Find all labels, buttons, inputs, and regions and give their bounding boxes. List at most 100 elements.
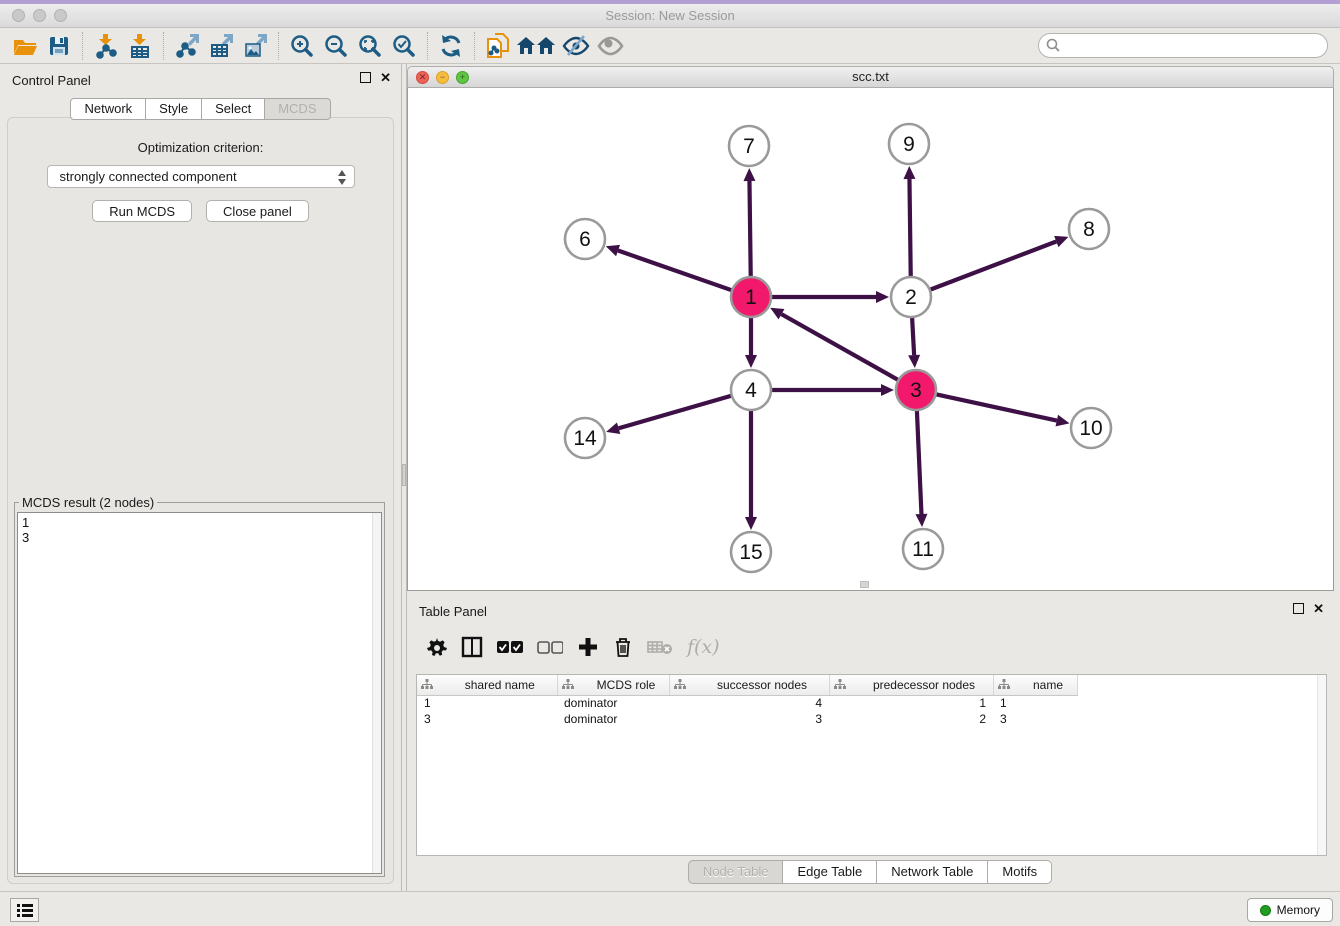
graph-edge-3-10[interactable] (937, 394, 1057, 420)
tab-motifs[interactable]: Motifs (987, 860, 1052, 884)
export-network-button[interactable] (170, 31, 204, 61)
close-table-panel-icon[interactable]: ✕ (1313, 603, 1324, 614)
tab-network[interactable]: Network (70, 98, 146, 120)
show-panel-button[interactable] (593, 31, 627, 61)
add-row-button[interactable] (577, 635, 599, 659)
zoom-fit-button[interactable] (353, 31, 387, 61)
optimization-criterion-select[interactable]: strongly connected component (47, 165, 355, 188)
export-table-button[interactable] (204, 31, 238, 61)
close-window-button[interactable] (12, 9, 25, 22)
column-header-successor-nodes[interactable]: successor nodes (669, 675, 829, 695)
graph-arrowhead (745, 355, 757, 368)
table-cell[interactable]: 3 (669, 711, 829, 727)
splitter-grip-icon[interactable] (402, 464, 406, 486)
graph-edge-1-6[interactable] (618, 251, 731, 291)
close-panel-icon[interactable]: ✕ (380, 72, 391, 83)
eye-icon (596, 33, 624, 59)
zoom-window-button[interactable] (54, 9, 67, 22)
graph-edge-3-11[interactable] (917, 411, 922, 514)
float-table-panel-icon[interactable] (1293, 603, 1304, 614)
table-cell[interactable]: dominator (557, 695, 669, 711)
run-mcds-button[interactable]: Run MCDS (92, 200, 192, 222)
table-cell[interactable]: 2 (829, 711, 993, 727)
import-network-button[interactable] (89, 31, 123, 61)
table-cell[interactable]: 3 (417, 711, 557, 727)
import-table-button[interactable] (123, 31, 157, 61)
float-panel-icon[interactable] (360, 72, 371, 83)
tab-node-table[interactable]: Node Table (688, 860, 784, 884)
graph-node-label: 7 (743, 135, 755, 158)
network-window-titlebar[interactable]: ✕ − + scc.txt (407, 66, 1334, 88)
table-row[interactable]: 1dominator411 (417, 695, 1091, 711)
network-canvas[interactable]: 1234678910111415 (407, 88, 1334, 591)
graph-node-label: 8 (1083, 218, 1095, 241)
table-cell[interactable]: 1 (993, 695, 1077, 711)
network-graph[interactable]: 1234678910111415 (408, 88, 1333, 589)
network-close-button[interactable]: ✕ (416, 71, 429, 84)
memory-button[interactable]: Memory (1247, 898, 1333, 922)
column-header-MCDS-role[interactable]: MCDS role (557, 675, 669, 695)
graph-arrowhead (745, 517, 757, 530)
unchecked-boxes-icon (537, 640, 563, 654)
tab-style[interactable]: Style (145, 98, 202, 120)
home-button[interactable] (515, 31, 559, 61)
table-tabs: Node TableEdge TableNetwork TableMotifs (407, 857, 1334, 887)
optimization-criterion-label: Optimization criterion: (8, 140, 393, 155)
minimize-window-button[interactable] (33, 9, 46, 22)
node-table-grid[interactable]: shared nameMCDS rolesuccessor nodesprede… (417, 675, 1091, 727)
column-header-shared-name[interactable]: shared name (417, 675, 557, 695)
zoom-selected-button[interactable] (387, 31, 421, 61)
graph-edge-2-8[interactable] (931, 241, 1057, 289)
tab-mcds[interactable]: MCDS (264, 98, 330, 120)
column-hierarchy-icon (562, 679, 574, 690)
toolbar-separator (82, 32, 83, 60)
column-hierarchy-icon (834, 679, 846, 690)
table-cell[interactable]: dominator (557, 711, 669, 727)
task-history-button[interactable] (10, 898, 39, 922)
mcds-result-text[interactable]: 1 3 (18, 513, 381, 547)
graph-edge-3-1[interactable] (781, 314, 897, 380)
table-cell[interactable]: 1 (829, 695, 993, 711)
control-panel: Control Panel ✕ NetworkStyleSelectMCDS O… (0, 64, 401, 891)
table-cell[interactable]: 3 (993, 711, 1077, 727)
graph-edge-1-7[interactable] (749, 181, 750, 276)
graph-edge-2-9[interactable] (909, 179, 910, 276)
select-all-button[interactable] (497, 635, 523, 659)
hide-panel-button[interactable] (559, 31, 593, 61)
table-scrollbar[interactable] (1317, 675, 1326, 855)
duplicate-network-button[interactable] (481, 31, 515, 61)
canvas-scroll-handle[interactable] (860, 581, 869, 588)
zoom-in-button[interactable] (285, 31, 319, 61)
graph-arrowhead (1056, 415, 1070, 427)
trash-icon (613, 636, 633, 658)
column-layout-button[interactable] (461, 635, 483, 659)
delete-row-button[interactable] (613, 635, 633, 659)
save-session-button[interactable] (42, 31, 76, 61)
export-image-button[interactable] (238, 31, 272, 61)
deselect-all-button[interactable] (537, 635, 563, 659)
apply-layout-button[interactable] (434, 31, 468, 61)
column-header-predecessor-nodes[interactable]: predecessor nodes (829, 675, 993, 695)
refresh-icon (438, 33, 464, 59)
column-header-name[interactable]: name (993, 675, 1077, 695)
table-settings-button[interactable] (427, 635, 447, 659)
graph-edge-2-3[interactable] (912, 318, 914, 355)
network-maximize-button[interactable]: + (456, 71, 469, 84)
close-panel-button[interactable]: Close panel (206, 200, 309, 222)
table-cell[interactable]: 4 (669, 695, 829, 711)
mcds-result-title: MCDS result (2 nodes) (19, 495, 157, 510)
network-view-window: ✕ − + scc.txt 1234678910111415 (407, 66, 1334, 591)
table-row[interactable]: 3dominator323 (417, 711, 1091, 727)
network-minimize-button[interactable]: − (436, 71, 449, 84)
tab-network-table[interactable]: Network Table (876, 860, 988, 884)
tab-edge-table[interactable]: Edge Table (782, 860, 877, 884)
graph-edge-4-14[interactable] (619, 396, 731, 428)
zoom-out-button[interactable] (319, 31, 353, 61)
main-titlebar[interactable]: Session: New Session (0, 4, 1340, 28)
result-scrollbar[interactable] (372, 513, 381, 873)
search-input[interactable] (1038, 33, 1328, 58)
tab-select[interactable]: Select (201, 98, 265, 120)
open-session-button[interactable] (8, 31, 42, 61)
table-cell[interactable]: 1 (417, 695, 557, 711)
zoom-selected-icon (391, 33, 417, 59)
